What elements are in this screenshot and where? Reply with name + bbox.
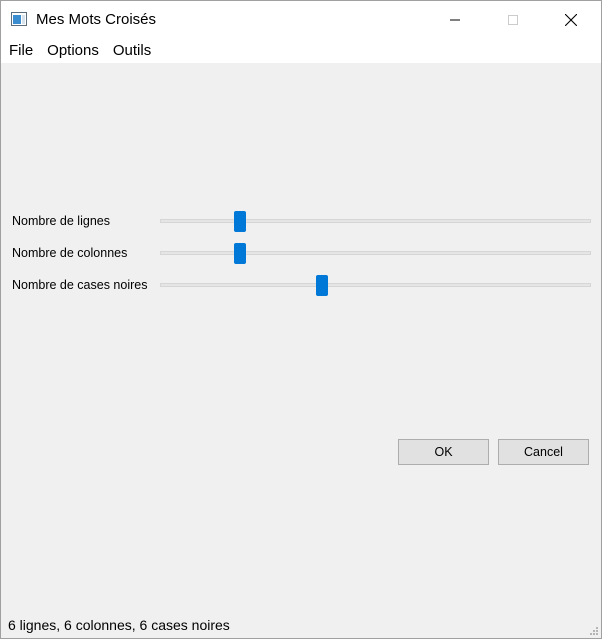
menu-options[interactable]: Options: [40, 39, 106, 63]
columns-label: Nombre de colonnes: [12, 246, 128, 260]
black-cells-label: Nombre de cases noires: [12, 278, 148, 292]
slider-thumb[interactable]: [234, 211, 246, 232]
size-grip-icon[interactable]: [588, 625, 598, 635]
maximize-icon: [508, 15, 518, 25]
maximize-button[interactable]: [484, 1, 542, 39]
cancel-button[interactable]: Cancel: [498, 439, 589, 465]
menu-outils[interactable]: Outils: [106, 39, 158, 63]
minimize-icon: [450, 19, 460, 21]
rows-label: Nombre de lignes: [12, 214, 110, 228]
close-icon: [565, 14, 577, 26]
title-bar[interactable]: Mes Mots Croisés: [1, 1, 601, 39]
slider-track: [160, 251, 591, 255]
main-window: Mes Mots Croisés File Options Outils Nom…: [0, 0, 602, 639]
app-window-icon: [11, 12, 27, 26]
slider-thumb[interactable]: [316, 275, 328, 296]
close-button[interactable]: [542, 1, 600, 39]
ok-button[interactable]: OK: [398, 439, 489, 465]
slider-track: [160, 219, 591, 223]
window-title: Mes Mots Croisés: [36, 11, 157, 28]
columns-slider[interactable]: [160, 242, 591, 264]
slider-track: [160, 283, 591, 287]
menu-bar: File Options Outils: [1, 39, 601, 63]
menu-file[interactable]: File: [1, 39, 40, 63]
rows-slider[interactable]: [160, 210, 591, 232]
black-cells-slider[interactable]: [160, 274, 591, 296]
slider-thumb[interactable]: [234, 243, 246, 264]
minimize-button[interactable]: [426, 1, 484, 39]
status-text: 6 lignes, 6 colonnes, 6 cases noires: [8, 617, 230, 633]
